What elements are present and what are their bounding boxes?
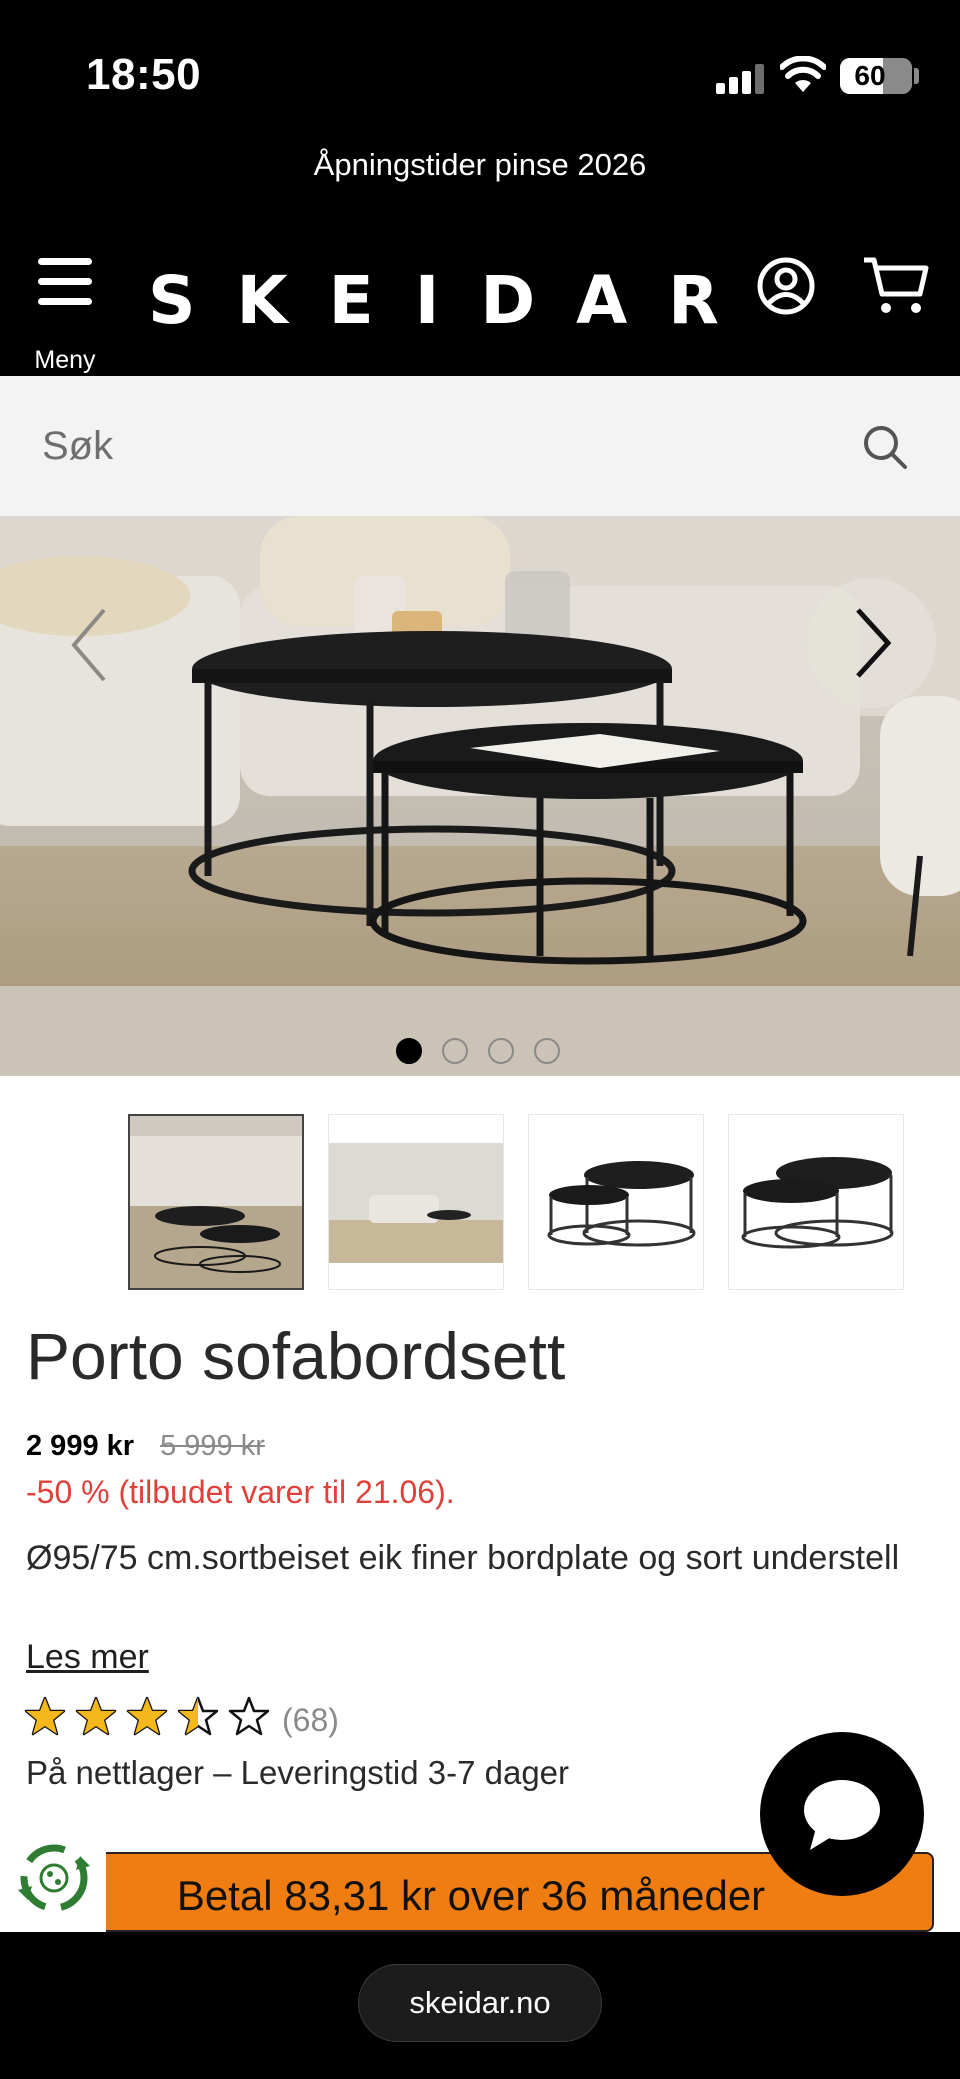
recycle-icon xyxy=(18,1844,90,1912)
status-time: 18:50 xyxy=(86,50,202,99)
review-count[interactable]: (68) xyxy=(282,1702,339,1739)
cellular-signal-icon xyxy=(716,64,766,94)
thumbnail-3[interactable] xyxy=(528,1114,704,1290)
carousel-dot-3[interactable] xyxy=(488,1038,514,1064)
wifi-icon xyxy=(780,56,826,92)
product-title: Porto sofabordsett xyxy=(26,1319,566,1393)
star-icon xyxy=(24,1696,66,1736)
carousel-dot-1[interactable] xyxy=(396,1038,422,1064)
status-bar: 18:50 60 xyxy=(0,0,960,120)
thumbnail-strip xyxy=(0,1114,960,1290)
star-icon xyxy=(75,1696,117,1736)
installment-label: Betal 83,31 kr over 36 måneder xyxy=(176,1872,766,1919)
menu-button[interactable]: Meny xyxy=(28,254,102,374)
chat-button[interactable] xyxy=(760,1732,924,1896)
search-bar xyxy=(0,376,960,516)
opening-hours-banner[interactable]: Åpningstider pinse 2026 xyxy=(0,120,960,230)
price-row: 2 999 kr 5 999 kr xyxy=(26,1430,265,1463)
battery-icon: 60 xyxy=(840,58,912,94)
thumbnail-image xyxy=(329,1115,503,1289)
carousel-dot-4[interactable] xyxy=(534,1038,560,1064)
site-header: Meny SKEIDAR xyxy=(0,230,960,376)
thumbnail-image xyxy=(130,1116,302,1288)
chevron-right-icon xyxy=(856,608,892,678)
chevron-left-icon[interactable] xyxy=(56,600,126,690)
cart-icon[interactable] xyxy=(862,254,930,318)
recycle-badge[interactable] xyxy=(0,1826,106,1932)
star-icon xyxy=(177,1696,219,1736)
thumbnail-1[interactable] xyxy=(128,1114,304,1290)
star-icon xyxy=(126,1696,168,1736)
url-pill[interactable]: skeidar.no xyxy=(358,1964,602,2042)
original-price: 5 999 kr xyxy=(160,1430,265,1462)
carousel-dot-2[interactable] xyxy=(442,1038,468,1064)
star-icon xyxy=(228,1696,270,1736)
opening-hours-text: Åpningstider pinse 2026 xyxy=(313,147,647,182)
chat-bubble-icon xyxy=(804,1780,880,1850)
battery-tip xyxy=(914,68,919,84)
product-description: Ø95/75 cm.sortbeiset eik finer bordplate… xyxy=(26,1539,900,1577)
thumbnail-2[interactable] xyxy=(328,1114,504,1290)
current-price: 2 999 kr xyxy=(26,1430,135,1462)
search-input[interactable] xyxy=(42,406,822,486)
thumbnail-image xyxy=(529,1115,703,1289)
menu-label: Meny xyxy=(34,346,96,374)
browser-bar: skeidar.no xyxy=(0,1932,960,2079)
thumbnail-4[interactable] xyxy=(728,1114,904,1290)
search-icon[interactable] xyxy=(862,424,908,470)
skeidar-logo[interactable]: SKEIDAR xyxy=(148,246,719,356)
next-slide-button[interactable] xyxy=(806,578,936,708)
read-more-link[interactable]: Les mer xyxy=(26,1638,149,1677)
thumbnail-image xyxy=(729,1115,903,1289)
battery-level: 60 xyxy=(854,60,886,91)
stock-status: På nettlager – Leveringstid 3-7 dager xyxy=(26,1754,570,1791)
discount-text: -50 % (tilbudet varer til 21.06). xyxy=(26,1474,455,1510)
user-icon[interactable] xyxy=(756,256,816,316)
